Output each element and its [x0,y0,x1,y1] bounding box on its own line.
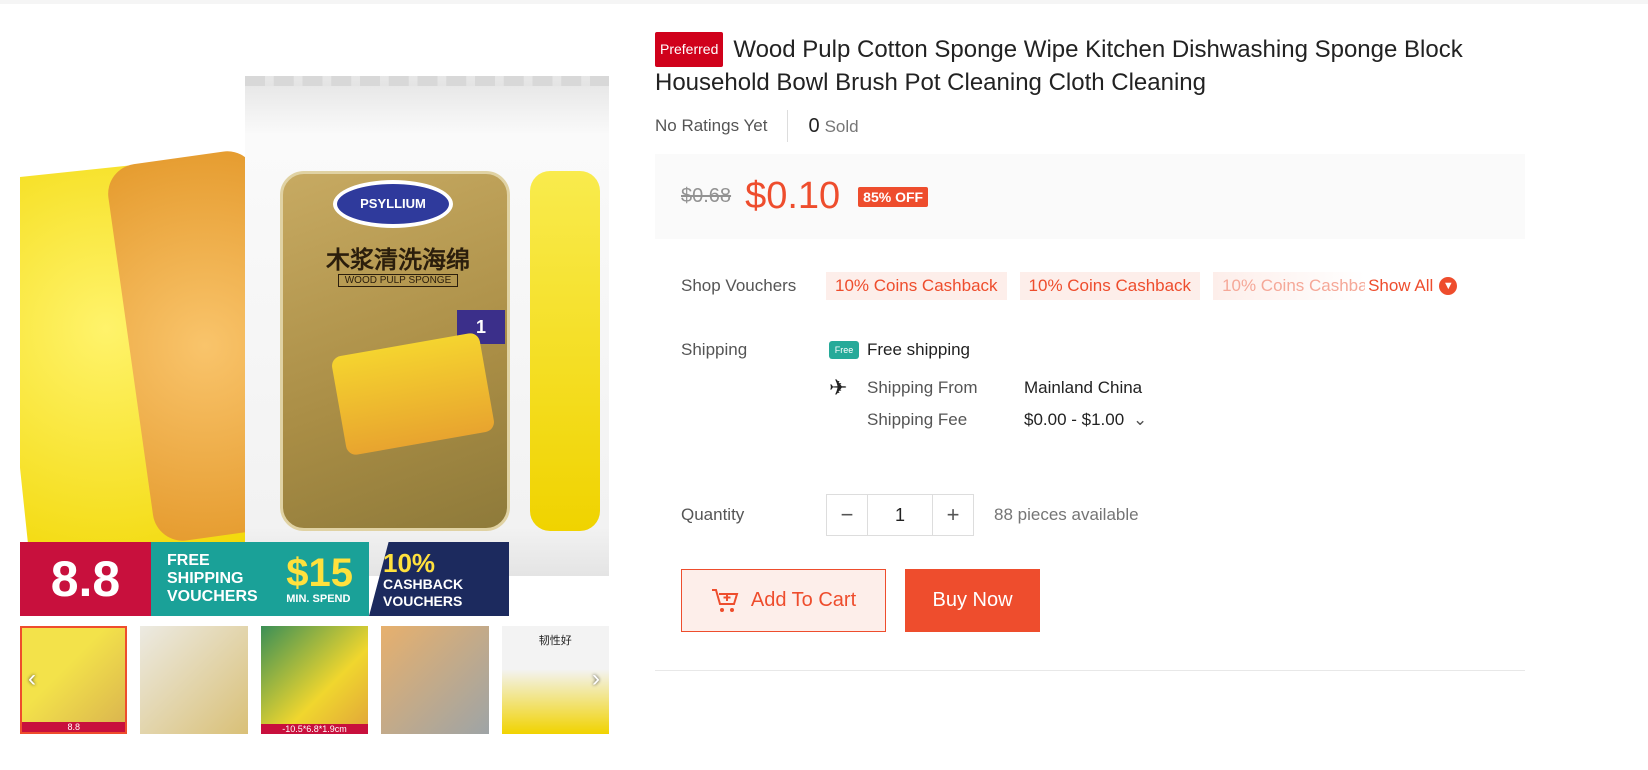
promo-cashback-label: CASHBACK VOUCHERS [383,576,464,609]
show-all-vouchers-button[interactable]: Show All ▼ [1368,276,1458,296]
add-to-cart-button[interactable]: Add To Cart [681,569,886,632]
price-box: $0.68 $0.10 85% OFF [655,154,1525,239]
shipping-from-value: Mainland China [1024,378,1143,397]
main-product-image[interactable]: PSYLLIUM 木浆清洗海绵 WOOD PULP SPONGE 1 8.8 F… [20,66,609,616]
cart-icon [711,588,739,612]
quantity-stepper: − 1 + [826,494,974,536]
thumbnail-next-icon[interactable]: › [586,664,606,694]
quantity-row: Quantity − 1 + 88 pieces available [681,494,1139,536]
increase-quantity-button[interactable]: + [933,495,973,535]
package-side [530,171,600,531]
free-shipping-icon: Free [829,341,859,359]
decrease-quantity-button[interactable]: − [827,495,867,535]
thumbnail-1-label: 8.8 [22,722,126,732]
product-title-text: Wood Pulp Cotton Sponge Wipe Kitchen Dis… [655,36,1463,96]
quantity-input[interactable]: 1 [867,495,933,535]
free-shipping-line: Free Free shipping [829,340,970,360]
promo-event: 8.8 [20,542,151,616]
thumbnail-2[interactable] [140,626,248,734]
add-to-cart-label: Add To Cart [750,589,857,611]
package-title: 木浆清洗海绵 [326,247,470,274]
shipping-fee-dropdown[interactable]: $0.00 - $1.00 ⌄ [1024,410,1147,430]
free-shipping-text: Free shipping [867,340,971,359]
sponge-package: PSYLLIUM 木浆清洗海绵 WOOD PULP SPONGE 1 [245,76,609,576]
promo-cashback: 10% CASHBACK VOUCHERS [369,542,509,616]
product-gallery: PSYLLIUM 木浆清洗海绵 WOOD PULP SPONGE 1 8.8 F… [20,4,609,770]
thumbnail-3[interactable]: -10.5*6.8*1.9cm [260,626,369,734]
preferred-badge: Preferred [655,32,724,67]
voucher-chip[interactable]: 10% Coins Cashback [826,272,1007,300]
pieces-available: 88 pieces available [994,505,1139,524]
promo-amount: $15 [286,551,353,595]
current-price: $0.10 [745,175,841,217]
thumbnail-5-text: 韧性好 [538,635,572,647]
ratings-text: No Ratings Yet [655,110,789,142]
voucher-chip[interactable]: 10% Coins Cashback [1213,272,1366,300]
plane-icon: ✈ [829,375,848,400]
thumbnail-strip: 8.8 -10.5*6.8*1.9cm 韧性好 [20,626,609,734]
shipping-from-line: ✈ Shipping From Mainland China [829,375,1142,401]
chevron-down-icon: ⌄ [1132,410,1148,429]
shop-vouchers-row: Shop Vouchers 10% Coins Cashback 10% Coi… [681,272,1501,300]
promo-cashback-pct: 10% [383,548,436,578]
buy-now-button[interactable]: Buy Now [905,569,1040,632]
show-all-label: Show All [1368,276,1434,295]
action-buttons: Add To Cart Buy Now [681,569,1040,632]
voucher-chip[interactable]: 10% Coins Cashback [1019,272,1201,300]
thumbnail-prev-icon[interactable]: ‹ [22,664,42,694]
sold-label: Sold [824,116,859,136]
ratings-row: No Ratings Yet 0 Sold [655,110,1525,142]
package-subtitle: WOOD PULP SPONGE [338,274,458,287]
product-page: PSYLLIUM 木浆清洗海绵 WOOD PULP SPONGE 1 8.8 F… [0,4,1648,770]
product-title: Preferred Wood Pulp Cotton Sponge Wipe Ki… [655,32,1525,98]
divider [655,670,1525,671]
shipping-fee-value: $0.00 - $1.00 [1024,410,1125,429]
promo-min-spend: MIN. SPEND [286,593,351,605]
shipping-fee-label: Shipping Fee [867,410,968,429]
shipping-label: Shipping [681,340,748,359]
original-price: $0.68 [681,185,732,207]
package-window: PSYLLIUM 木浆清洗海绵 WOOD PULP SPONGE 1 [280,171,510,531]
shipping-fee-line: Shipping Fee $0.00 - $1.00 ⌄ [867,410,1147,430]
promo-free-shipping: FREE SHIPPING VOUCHERS $15 MIN. SPEND [151,542,369,616]
package-sponge [330,331,496,457]
promo-free-shipping-label: FREE SHIPPING VOUCHERS [167,552,258,605]
shop-vouchers-label: Shop Vouchers [681,276,797,295]
sold-count-wrap: 0 Sold [788,115,858,138]
shipping-from-label: Shipping From [867,378,978,397]
quantity-label: Quantity [681,505,745,524]
thumbnail-4[interactable] [381,626,489,734]
discount-badge: 85% OFF [858,186,929,207]
thumbnail-3-label: -10.5*6.8*1.9cm [260,724,369,734]
promo-banner: 8.8 FREE SHIPPING VOUCHERS $15 MIN. SPEN… [20,542,509,616]
sold-count: 0 [808,114,820,137]
promo-amount-wrap: $15 MIN. SPEND [286,553,353,605]
chevron-down-icon: ▼ [1439,277,1458,295]
package-logo: PSYLLIUM [333,180,453,228]
product-info: Preferred Wood Pulp Cotton Sponge Wipe Ki… [655,4,1525,671]
